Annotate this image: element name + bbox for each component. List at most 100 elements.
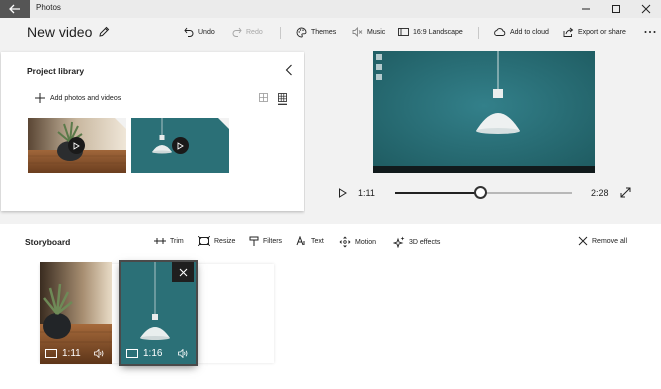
collapse-library-button[interactable] [285,64,293,76]
clip-info-bar: 1:11 [40,342,112,364]
clip-volume-button[interactable] [94,348,105,358]
add-photos-videos-button[interactable]: Add photos and videos [35,93,121,103]
add-to-cloud-button[interactable]: Add to cloud [493,25,549,39]
library-item-lamp-video[interactable] [131,118,229,173]
seek-bar[interactable] [395,186,572,199]
project-library-title: Project library [27,66,85,76]
music-button[interactable]: Music [352,25,385,39]
clip-duration: 1:11 [45,348,81,359]
themes-button[interactable]: Themes [296,25,336,39]
undo-button[interactable]: Undo [184,25,215,39]
storyboard-clip-selected[interactable]: 1:16 [119,260,198,366]
remove-all-button[interactable]: Remove all [578,236,627,246]
desktop-icon [376,64,382,70]
large-grid-icon [259,93,268,102]
play-badge-icon [68,137,85,154]
storyboard-clip[interactable]: 1:11 [40,262,112,364]
3d-effects-button[interactable]: 3D effects [393,236,440,248]
desktop-icon [376,54,382,60]
command-bar: New video Undo Redo Themes Music 16:9 La… [0,18,661,50]
back-arrow-icon [9,4,20,14]
project-title: New video [27,24,93,40]
clip-duration: 1:16 [126,348,162,359]
cloud-icon [494,28,506,36]
redo-icon [232,27,242,37]
more-options-button[interactable] [644,25,660,39]
themes-label: Themes [311,28,337,36]
text-icon [296,236,305,246]
muted-speaker-icon [352,27,363,37]
3d-effects-label: 3D effects [409,238,441,246]
project-library-panel: Project library Add photos and videos [1,52,304,211]
corner-fold [218,118,229,129]
desktop-icon [376,74,382,80]
clip-frame-icon [126,348,138,358]
plus-icon [35,93,45,103]
small-grid-view-button[interactable] [278,93,287,105]
total-time: 2:28 [591,188,609,198]
speaker-icon [94,348,104,358]
chevron-left-icon [285,64,292,76]
speaker-icon [178,348,188,358]
fullscreen-button[interactable] [620,187,631,198]
remove-clip-button[interactable] [172,262,194,282]
seek-bar-progress [395,192,480,194]
toolbar-divider [478,27,479,39]
aspect-ratio-label: 16:9 Landscape [413,28,463,36]
motion-button[interactable]: Motion [339,236,376,248]
undo-label: Undo [198,28,215,36]
resize-label: Resize [214,237,236,245]
app-title: Photos [36,3,61,12]
text-button[interactable]: Text [296,236,324,246]
remove-all-label: Remove all [592,237,628,245]
trim-button[interactable]: Trim [154,236,184,246]
small-grid-icon [278,93,287,105]
resize-button[interactable]: Resize [198,236,235,246]
palette-icon [296,27,307,37]
minimize-icon [582,8,590,10]
resize-icon [198,236,210,246]
filters-button[interactable]: Filters [249,236,282,247]
filters-icon [249,236,259,246]
clip-volume-button[interactable] [178,348,189,358]
video-preview[interactable] [373,51,595,173]
redo-button[interactable]: Redo [232,25,263,39]
add-photos-videos-label: Add photos and videos [50,94,122,102]
clip-duration-text: 1:16 [143,347,163,359]
aspect-ratio-icon [398,28,409,36]
play-badge-icon [172,137,189,154]
maximize-button[interactable] [601,0,631,18]
close-button[interactable] [631,0,661,18]
storyboard-panel: Storyboard Trim Resize Filters Text Moti… [0,224,661,389]
share-icon [563,27,574,37]
lamp-preview-image [373,51,595,173]
corner-fold [115,118,126,129]
close-icon [179,268,187,276]
clip-duration-text: 1:11 [62,347,81,359]
undo-icon [184,27,194,37]
trim-icon [154,238,166,244]
rename-button[interactable] [98,26,110,38]
preview-taskbar [373,166,595,173]
clip-info-bar: 1:16 [121,342,196,364]
close-icon [578,236,588,246]
text-label: Text [311,237,324,245]
aspect-ratio-button[interactable]: 16:9 Landscape [398,25,463,39]
sparkle-icon [393,236,405,248]
play-button[interactable] [338,188,347,198]
ellipsis-icon [644,31,656,33]
title-bar: Photos [0,0,661,18]
close-icon [641,4,651,14]
library-item-plant-video[interactable] [28,118,126,173]
redo-label: Redo [246,28,263,36]
export-label: Export or share [578,28,626,36]
minimize-button[interactable] [571,0,601,18]
seek-bar-thumb[interactable] [473,186,487,199]
add-to-cloud-label: Add to cloud [510,28,549,36]
pencil-icon [99,26,110,37]
large-grid-view-button[interactable] [259,93,268,102]
back-button[interactable] [0,0,30,18]
music-label: Music [367,28,386,36]
maximize-icon [612,5,620,13]
export-button[interactable]: Export or share [563,25,626,39]
